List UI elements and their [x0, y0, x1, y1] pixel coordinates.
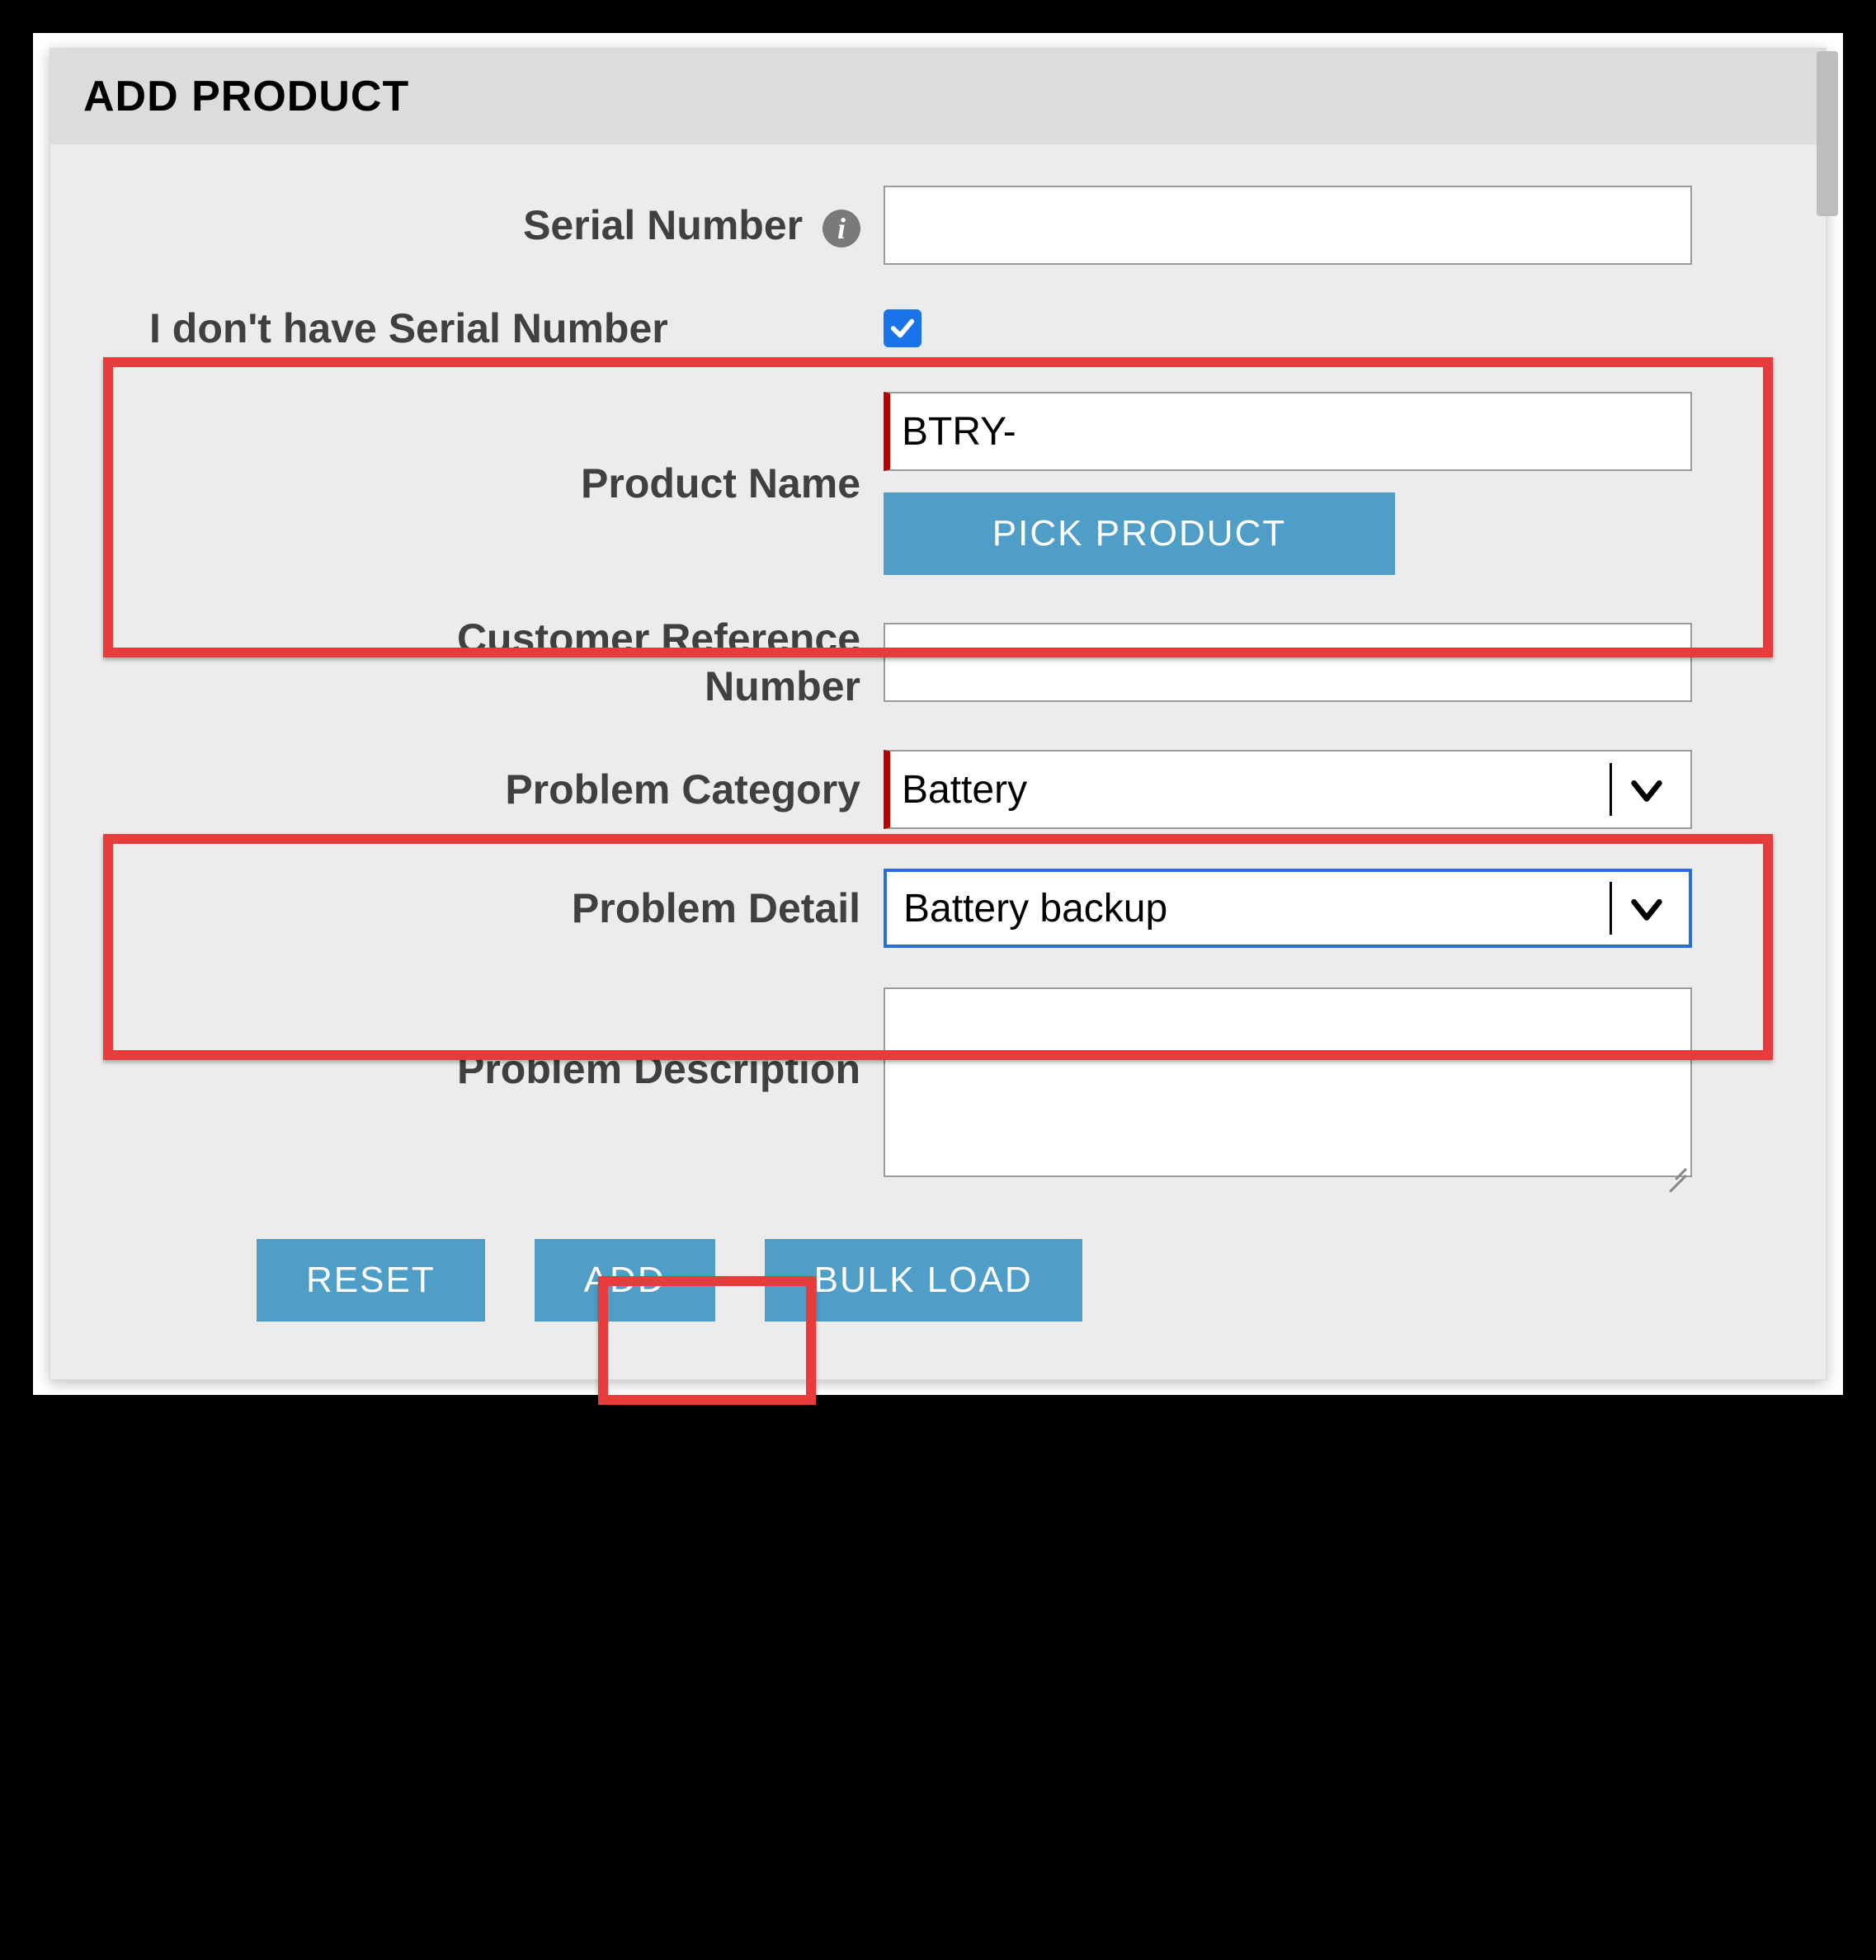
label-text-line1: Customer Reference [92, 615, 860, 662]
label-problem-description: Problem Description [92, 987, 884, 1093]
info-icon[interactable]: i [823, 210, 860, 247]
add-button[interactable]: ADD [535, 1239, 715, 1322]
label-serial-number: Serial Number i [92, 201, 884, 249]
row-serial-number: Serial Number i [92, 186, 1784, 265]
label-no-serial: I don't have Serial Number [92, 304, 884, 352]
add-product-panel: ADD PRODUCT Serial Number i I don't have… [49, 48, 1827, 1380]
action-bar: RESET ADD BULK LOAD [92, 1239, 1784, 1322]
label-text-line2: Number [92, 662, 860, 710]
label-product-name: Product Name [92, 459, 884, 507]
problem-category-value[interactable] [884, 750, 1692, 829]
serial-number-input[interactable] [884, 186, 1692, 265]
checkmark-icon [889, 314, 917, 342]
row-problem-description: Problem Description [92, 987, 1784, 1181]
reset-button[interactable]: RESET [257, 1239, 485, 1322]
panel-title: ADD PRODUCT [50, 49, 1826, 144]
label-problem-category: Problem Category [92, 766, 884, 813]
row-product-name: Product Name PICK PRODUCT [92, 392, 1784, 575]
product-name-input[interactable] [884, 392, 1692, 471]
panel-body: Serial Number i I don't have Serial Numb… [50, 144, 1826, 1379]
row-problem-detail: Problem Detail [92, 869, 1784, 948]
row-problem-category: Problem Category [92, 750, 1784, 829]
customer-ref-input[interactable] [884, 623, 1692, 702]
problem-description-textarea[interactable] [884, 987, 1692, 1177]
row-no-serial: I don't have Serial Number [92, 304, 1784, 352]
pick-product-button[interactable]: PICK PRODUCT [884, 492, 1395, 575]
problem-detail-select[interactable] [884, 869, 1692, 948]
label-problem-detail: Problem Detail [92, 884, 884, 932]
problem-category-select[interactable] [884, 750, 1692, 829]
row-customer-ref: Customer Reference Number [92, 615, 1784, 710]
no-serial-checkbox[interactable] [884, 309, 922, 347]
problem-detail-value[interactable] [884, 869, 1692, 948]
app-frame: ADD PRODUCT Serial Number i I don't have… [33, 33, 1843, 1395]
bulk-load-button[interactable]: BULK LOAD [765, 1239, 1082, 1322]
label-text: Serial Number [523, 202, 803, 248]
label-customer-ref: Customer Reference Number [92, 615, 884, 710]
